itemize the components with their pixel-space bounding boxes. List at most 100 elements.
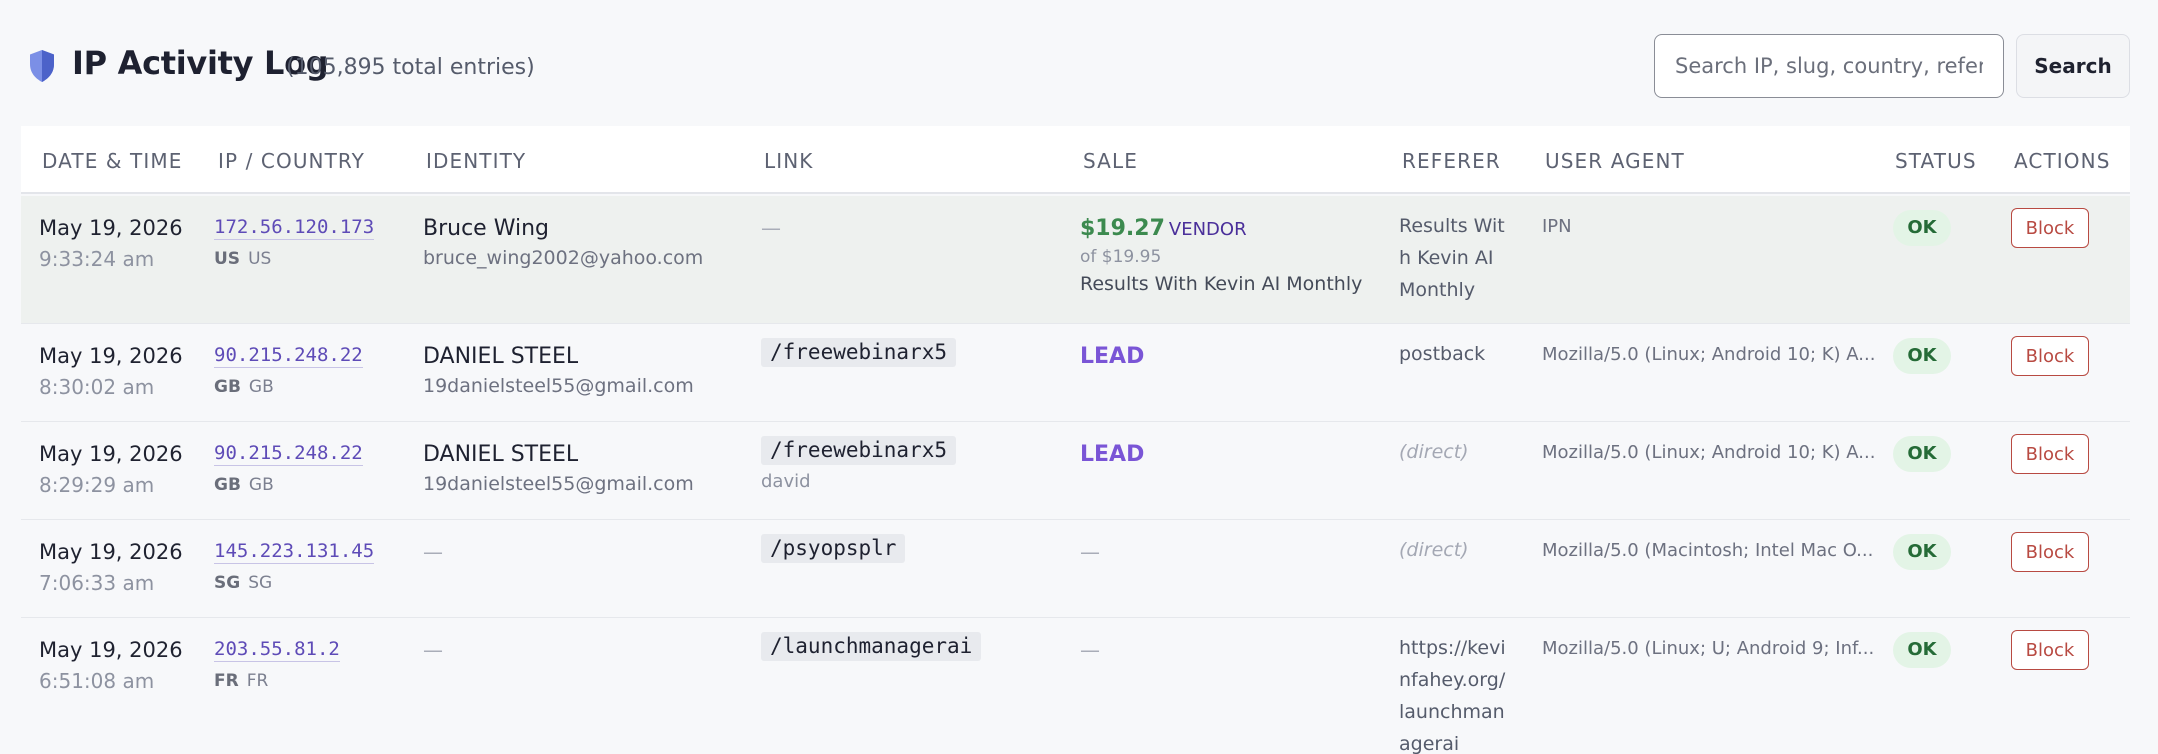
link-slug[interactable]: /freewebinarx5 [761,436,957,465]
ip-link[interactable]: 203.55.81.2 [214,638,340,662]
country-code: GB [214,475,241,495]
col-link[interactable]: LINK [764,149,814,173]
identity-name: DANIEL STEEL [423,344,579,369]
block-button[interactable]: Block [2011,434,2089,474]
user-agent-text: IPN [1542,216,1572,237]
col-date-time[interactable]: DATE & TIME [42,149,182,173]
sale-cell: $19.27 VENDOR of $19.95 Results With Kevi… [1080,216,1362,295]
identity-cell: DANIEL STEEL 19danielsteel55@gmail.com [423,442,694,495]
sale-amount: $19.27 [1080,216,1165,241]
date-text: May 19, 2026 [39,540,183,564]
col-referer[interactable]: REFERER [1402,149,1501,173]
referer-text: (direct) [1399,441,1469,463]
referer-text: (direct) [1399,539,1469,561]
link-cell: /freewebinarx5 [761,338,957,367]
country-name: US [248,249,272,269]
identity-email: 19danielsteel55@gmail.com [423,473,694,495]
ip-country-cell: 90.215.248.22 GB GB [214,442,363,495]
col-sale[interactable]: SALE [1083,149,1138,173]
referer-text: postback [1399,343,1486,365]
status-badge: OK [1893,632,1951,668]
datetime-cell: May 19, 2026 8:29:29 am [39,442,183,497]
identity-empty: — [423,638,443,662]
country-info: GB GB [214,377,363,397]
country-name: GB [248,475,274,495]
link-cell: /launchmanagerai [761,632,982,661]
identity-empty: — [423,540,443,564]
referer-link[interactable]: https://kevinfahey.org/launchmanagerai [1399,632,1509,754]
col-identity[interactable]: IDENTITY [426,149,526,173]
country-name: FR [246,671,269,691]
identity-email: 19danielsteel55@gmail.com [423,375,694,397]
country-info: SG SG [214,573,374,593]
sale-lead-label: LEAD [1080,344,1145,369]
date-text: May 19, 2026 [39,216,183,240]
ip-country-cell: 90.215.248.22 GB GB [214,344,363,397]
identity-email: bruce_wing2002@yahoo.com [423,247,704,269]
col-user-agent[interactable]: USER AGENT [1545,149,1685,173]
col-ip-country[interactable]: IP / COUNTRY [218,149,365,173]
status-badge: OK [1893,338,1951,374]
country-name: SG [248,573,273,593]
ip-link[interactable]: 172.56.120.173 [214,216,375,240]
datetime-cell: May 19, 2026 7:06:33 am [39,540,183,595]
block-button[interactable]: Block [2011,336,2089,376]
sale-type: VENDOR [1168,219,1247,240]
col-status[interactable]: STATUS [1895,149,1977,173]
link-slug[interactable]: /freewebinarx5 [761,338,957,367]
status-badge: OK [1893,436,1951,472]
ip-activity-page: IP Activity Log (105,895 total entries) … [0,0,2158,754]
sale-of-price: of $19.95 [1080,247,1162,267]
block-button[interactable]: Block [2011,532,2089,572]
activity-table: DATE & TIME IP / COUNTRY IDENTITY LINK S… [21,126,2130,754]
country-info: GB GB [214,475,363,495]
search-button[interactable]: Search [2016,34,2130,98]
country-code: FR [214,671,239,691]
country-info: US US [214,249,374,269]
page-header: IP Activity Log (105,895 total entries) … [0,0,2158,126]
total-entries: (105,895 total entries) [286,55,535,80]
sale-empty: — [1080,638,1100,662]
time-text: 8:29:29 am [39,473,155,497]
block-button[interactable]: Block [2011,208,2089,248]
link-empty: — [761,216,781,240]
datetime-cell: May 19, 2026 8:30:02 am [39,344,183,399]
identity-name: Bruce Wing [423,216,549,241]
table-header: DATE & TIME IP / COUNTRY IDENTITY LINK S… [21,126,2130,194]
identity-cell: Bruce Wing bruce_wing2002@yahoo.com [423,216,703,269]
identity-cell: DANIEL STEEL 19danielsteel55@gmail.com [423,344,694,397]
country-name: GB [248,377,274,397]
time-text: 6:51:08 am [39,669,155,693]
table-row[interactable]: May 19, 2026 7:06:33 am 145.223.131.45 S… [21,520,2130,618]
status-badge: OK [1893,210,1951,246]
link-slug[interactable]: /launchmanagerai [761,632,982,661]
sale-product: Results With Kevin AI Monthly [1080,273,1363,295]
table-row[interactable]: May 19, 2026 8:30:02 am 90.215.248.22 GB… [21,324,2130,422]
country-code: GB [214,377,241,397]
block-button[interactable]: Block [2011,630,2089,670]
date-text: May 19, 2026 [39,442,183,466]
table-row[interactable]: May 19, 2026 8:29:29 am 90.215.248.22 GB… [21,422,2130,520]
table-row[interactable]: May 19, 2026 9:33:24 am 172.56.120.173 U… [21,196,2130,324]
date-text: May 19, 2026 [39,638,183,662]
ip-country-cell: 172.56.120.173 US US [214,216,375,269]
user-agent-text: Mozilla/5.0 (Linux; Android 10; K) A... [1542,344,1876,365]
link-cell: /freewebinarx5 david [761,436,957,492]
col-actions: ACTIONS [2014,149,2111,173]
ip-link[interactable]: 90.215.248.22 [214,442,363,466]
sale-empty: — [1080,540,1100,564]
table-row[interactable]: May 19, 2026 6:51:08 am 203.55.81.2 FR FR… [21,618,2130,754]
referer-text: Results With Kevin AI Monthly [1399,215,1505,301]
user-agent-text: Mozilla/5.0 (Linux; Android 10; K) A... [1542,442,1876,463]
link-slug[interactable]: /psyopsplr [761,534,906,563]
link-sub-id: david [761,471,811,492]
sale-lead-label: LEAD [1080,442,1145,467]
identity-name: DANIEL STEEL [423,442,579,467]
ip-link[interactable]: 90.215.248.22 [214,344,363,368]
ip-link[interactable]: 145.223.131.45 [214,540,375,564]
user-agent-text: Mozilla/5.0 (Macintosh; Intel Mac O... [1542,540,1874,561]
search-input[interactable] [1654,34,2004,98]
ip-country-cell: 203.55.81.2 FR FR [214,638,340,691]
shield-icon [30,50,54,82]
country-code: SG [214,573,241,593]
